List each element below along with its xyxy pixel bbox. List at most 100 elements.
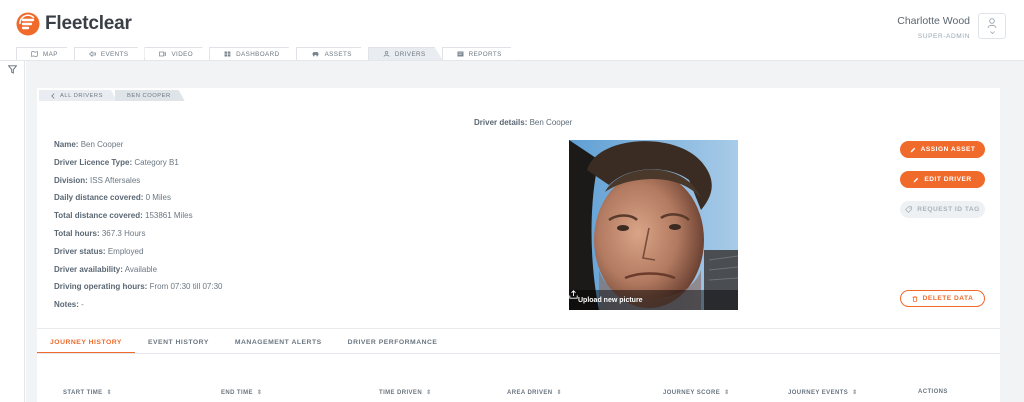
journey-table-header: START TIME ⇕ END TIME ⇕ TIME DRIVEN ⇕ AREA … (37, 389, 1000, 399)
detail-licence: Driver Licence Type: Category B1 (54, 158, 223, 176)
pencil-icon (910, 147, 915, 152)
sort-icon: ⇕ (556, 390, 562, 396)
column-label: END TIME (221, 389, 253, 396)
column-area-driven[interactable]: AREA DRIVEN ⇕ (507, 389, 562, 397)
nav-tab-video[interactable]: VIDEO (144, 47, 210, 60)
nav-tab-assets[interactable]: ASSETS (296, 47, 369, 60)
sort-icon: ⇕ (852, 390, 858, 396)
user-icon (383, 51, 390, 57)
user-name: Charlotte Wood (897, 15, 970, 27)
detail-operating-hours: Driving operating hours: From 07:30 till… (54, 282, 223, 300)
user-menu-button[interactable] (978, 13, 1006, 39)
detail-availability: Driver availability: Available (54, 265, 223, 283)
panel-title-value: Ben Cooper (529, 118, 573, 127)
detail-key: Driver Licence Type: (54, 157, 133, 167)
filter-icon[interactable] (8, 65, 17, 74)
column-journey-events[interactable]: JOURNEY EVENTS ⇕ (788, 389, 858, 397)
delete-data-button[interactable]: DELETE DATA (900, 290, 985, 307)
map-icon (31, 51, 38, 57)
nav-tab-label: MAP (43, 50, 58, 58)
history-tabs: JOURNEY HISTORY EVENT HISTORY MANAGEMENT… (37, 336, 450, 354)
column-actions: ACTIONS (918, 389, 948, 395)
detail-value: Ben Cooper (80, 140, 124, 149)
reports-icon (457, 51, 464, 57)
user-icon (987, 18, 997, 29)
column-label: JOURNEY EVENTS (788, 389, 849, 396)
detail-division: Division: ISS Aftersales (54, 176, 223, 194)
column-label: AREA DRIVEN (507, 389, 553, 396)
detail-value: From 07:30 till 07:30 (149, 282, 223, 292)
breadcrumb-label: ALL DRIVERS (60, 92, 103, 99)
sort-icon: ⇕ (724, 390, 730, 396)
detail-daily-distance: Daily distance covered: 0 Miles (54, 193, 223, 211)
main-nav: MAP EVENTS VIDEO DASHBOARD ASSETS DRIVER… (16, 47, 518, 60)
detail-key: Division: (54, 175, 88, 185)
column-end-time[interactable]: END TIME ⇕ (221, 389, 262, 397)
column-label: JOURNEY SCORE (663, 389, 721, 396)
user-role: SUPER-ADMIN (917, 33, 970, 40)
column-label: START TIME (63, 389, 103, 396)
detail-value: - (81, 300, 84, 310)
tag-icon (905, 206, 913, 213)
sort-icon: ⇕ (106, 390, 112, 396)
nav-tab-label: EVENTS (100, 50, 129, 58)
app-header: Fleetclear Charlotte Wood SUPER-ADMIN MA… (0, 0, 1024, 60)
chevron-down-icon (989, 31, 995, 34)
edit-driver-label: EDIT DRIVER (924, 176, 972, 183)
detail-total-distance: Total distance covered: 153861 Miles (54, 211, 223, 229)
breadcrumb: ALL DRIVERS BEN COOPER (39, 90, 185, 101)
edit-driver-button[interactable]: EDIT DRIVER (900, 171, 985, 188)
tab-label: EVENT HISTORY (147, 339, 209, 346)
detail-value: Available (124, 264, 158, 274)
detail-key: Driver availability: (54, 264, 123, 274)
brand-logo[interactable]: Fleetclear (16, 12, 132, 36)
nav-tab-label: DRIVERS (394, 50, 426, 58)
column-time-driven[interactable]: TIME DRIVEN ⇕ (379, 389, 432, 397)
detail-total-hours: Total hours: 367.3 Hours (54, 229, 223, 247)
detail-key: Name: (54, 140, 79, 149)
driver-portrait (569, 140, 738, 310)
trash-icon (912, 295, 918, 302)
driver-photo[interactable]: Upload new picture (569, 140, 738, 310)
panel-title: Driver details: Ben Cooper (474, 118, 572, 127)
nav-tab-label: DASHBOARD (236, 50, 280, 58)
nav-tab-events[interactable]: EVENTS (74, 47, 146, 60)
detail-name: Name: Ben Cooper (54, 140, 223, 158)
chevron-left-icon (51, 93, 55, 99)
column-start-time[interactable]: START TIME ⇕ (63, 389, 112, 397)
breadcrumb-current: BEN COOPER (115, 90, 185, 101)
tab-label: DRIVER PERFORMANCE (347, 339, 438, 346)
column-label: ACTIONS (918, 389, 948, 395)
fleetclear-logo-icon (16, 12, 40, 36)
detail-value: 153861 Miles (145, 211, 193, 221)
request-id-tag-button[interactable]: REQUEST ID TAG (900, 201, 985, 218)
tab-driver-performance[interactable]: DRIVER PERFORMANCE (335, 336, 451, 354)
left-rail (0, 61, 25, 402)
upload-picture-bar[interactable]: Upload new picture (569, 290, 738, 310)
nav-tab-dashboard[interactable]: DASHBOARD (209, 47, 297, 60)
panel-title-key: Driver details: (474, 118, 528, 127)
upload-icon (569, 290, 578, 299)
tab-journey-history[interactable]: JOURNEY HISTORY (37, 336, 135, 354)
tab-event-history[interactable]: EVENT HISTORY (135, 336, 222, 354)
tab-management-alerts[interactable]: MANAGEMENT ALERTS (222, 336, 335, 354)
assign-asset-button[interactable]: ASSIGN ASSET (900, 141, 985, 158)
tabs-divider (37, 353, 1000, 354)
breadcrumb-all-drivers[interactable]: ALL DRIVERS (39, 90, 117, 101)
nav-tab-reports[interactable]: REPORTS (442, 47, 519, 60)
detail-value: 0 Miles (145, 193, 171, 203)
nav-tab-map[interactable]: MAP (16, 47, 75, 60)
detail-value: Category B1 (134, 157, 179, 167)
column-journey-score[interactable]: JOURNEY SCORE ⇕ (663, 389, 730, 397)
detail-key: Total distance covered: (54, 211, 143, 221)
detail-key: Notes: (54, 300, 79, 310)
nav-tab-label: VIDEO (171, 50, 194, 58)
section-divider (37, 328, 1000, 329)
detail-status: Driver status: Employed (54, 247, 223, 265)
upload-picture-label: Upload new picture (578, 296, 643, 304)
nav-tab-drivers[interactable]: DRIVERS (368, 47, 443, 60)
detail-value: 367.3 Hours (101, 228, 146, 238)
detail-value: Employed (107, 246, 144, 256)
detail-key: Driving operating hours: (54, 282, 148, 292)
detail-key: Driver status: (54, 246, 106, 256)
